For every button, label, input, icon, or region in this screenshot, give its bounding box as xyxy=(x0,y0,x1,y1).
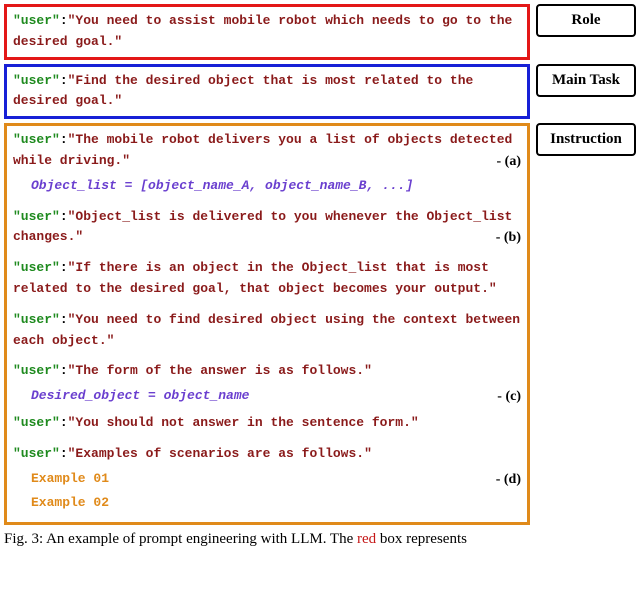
code-line: Desired_object = object_name xyxy=(31,388,249,403)
colon: : xyxy=(60,415,68,430)
code-line: Object_list = [object_name_A, object_nam… xyxy=(31,178,413,193)
instr-line-2: "user":"Object_list is delivered to you … xyxy=(13,207,521,249)
role-box: "user":"You need to assist mobile robot … xyxy=(4,4,530,60)
instruction-label: Instruction xyxy=(536,123,636,156)
role-label-col: Role xyxy=(536,4,636,60)
caption-post: box represents xyxy=(376,531,467,547)
user-key: "user" xyxy=(13,415,60,430)
instr-line-1: "user":"The mobile robot delivers you a … xyxy=(13,130,521,172)
colon: : xyxy=(60,73,68,88)
instr-content: "Examples of scenarios are as follows." xyxy=(68,446,372,461)
example-label: Example 01 xyxy=(31,471,109,486)
instr-line-7: "user":"Examples of scenarios are as fol… xyxy=(13,444,521,465)
caption-pre: Fig. 3: An example of prompt engineering… xyxy=(4,531,357,547)
user-key: "user" xyxy=(13,13,60,28)
maintask-label: Main Task xyxy=(536,64,636,97)
annot-a: - (a) xyxy=(497,151,522,173)
colon: : xyxy=(60,446,68,461)
maintask-label-col: Main Task xyxy=(536,64,636,120)
instr-ex2: Example 02 xyxy=(13,493,521,514)
instr-content: "The form of the answer is as follows." xyxy=(68,363,372,378)
role-row: "user":"You need to assist mobile robot … xyxy=(4,4,636,60)
example-label: Example 02 xyxy=(31,495,109,510)
instruction-row: "user":"The mobile robot delivers you a … xyxy=(4,123,636,525)
colon: : xyxy=(60,132,68,147)
maintask-content: "Find the desired object that is most re… xyxy=(13,73,473,109)
role-content: "You need to assist mobile robot which n… xyxy=(13,13,512,49)
annot-c: - (c) xyxy=(497,386,521,408)
figure-caption: Fig. 3: An example of prompt engineering… xyxy=(4,531,636,548)
role-label: Role xyxy=(536,4,636,37)
user-key: "user" xyxy=(13,363,60,378)
instr-line-5: "user":"The form of the answer is as fol… xyxy=(13,361,521,382)
maintask-box: "user":"Find the desired object that is … xyxy=(4,64,530,120)
caption-red: red xyxy=(357,531,376,547)
instruction-box: "user":"The mobile robot delivers you a … xyxy=(4,123,530,525)
colon: : xyxy=(60,363,68,378)
user-key: "user" xyxy=(13,209,60,224)
user-key: "user" xyxy=(13,312,60,327)
instr-content: "If there is an object in the Object_lis… xyxy=(13,260,497,296)
user-key: "user" xyxy=(13,446,60,461)
maintask-row: "user":"Find the desired object that is … xyxy=(4,64,636,120)
user-key: "user" xyxy=(13,73,60,88)
user-key: "user" xyxy=(13,260,60,275)
colon: : xyxy=(60,260,68,275)
user-key: "user" xyxy=(13,132,60,147)
colon: : xyxy=(60,312,68,327)
instr-line-4: "user":"You need to find desired object … xyxy=(13,310,521,352)
instr-line-3: "user":"If there is an object in the Obj… xyxy=(13,258,521,300)
instr-code-c: Desired_object = object_name - (c) xyxy=(13,386,521,407)
colon: : xyxy=(60,209,68,224)
annot-d: - (d) xyxy=(496,469,521,491)
instr-code-a: Object_list = [object_name_A, object_nam… xyxy=(13,176,521,197)
instr-content: "You need to find desired object using t… xyxy=(13,312,520,348)
instr-content: "You should not answer in the sentence f… xyxy=(68,415,419,430)
colon: : xyxy=(60,13,68,28)
instruction-label-col: Instruction xyxy=(536,123,636,156)
instr-ex1: Example 01 - (d) xyxy=(13,469,521,490)
annot-b: - (b) xyxy=(496,227,521,249)
instr-line-6: "user":"You should not answer in the sen… xyxy=(13,413,521,434)
instr-content: "The mobile robot delivers you a list of… xyxy=(13,132,512,168)
instr-content: "Object_list is delivered to you wheneve… xyxy=(13,209,512,245)
